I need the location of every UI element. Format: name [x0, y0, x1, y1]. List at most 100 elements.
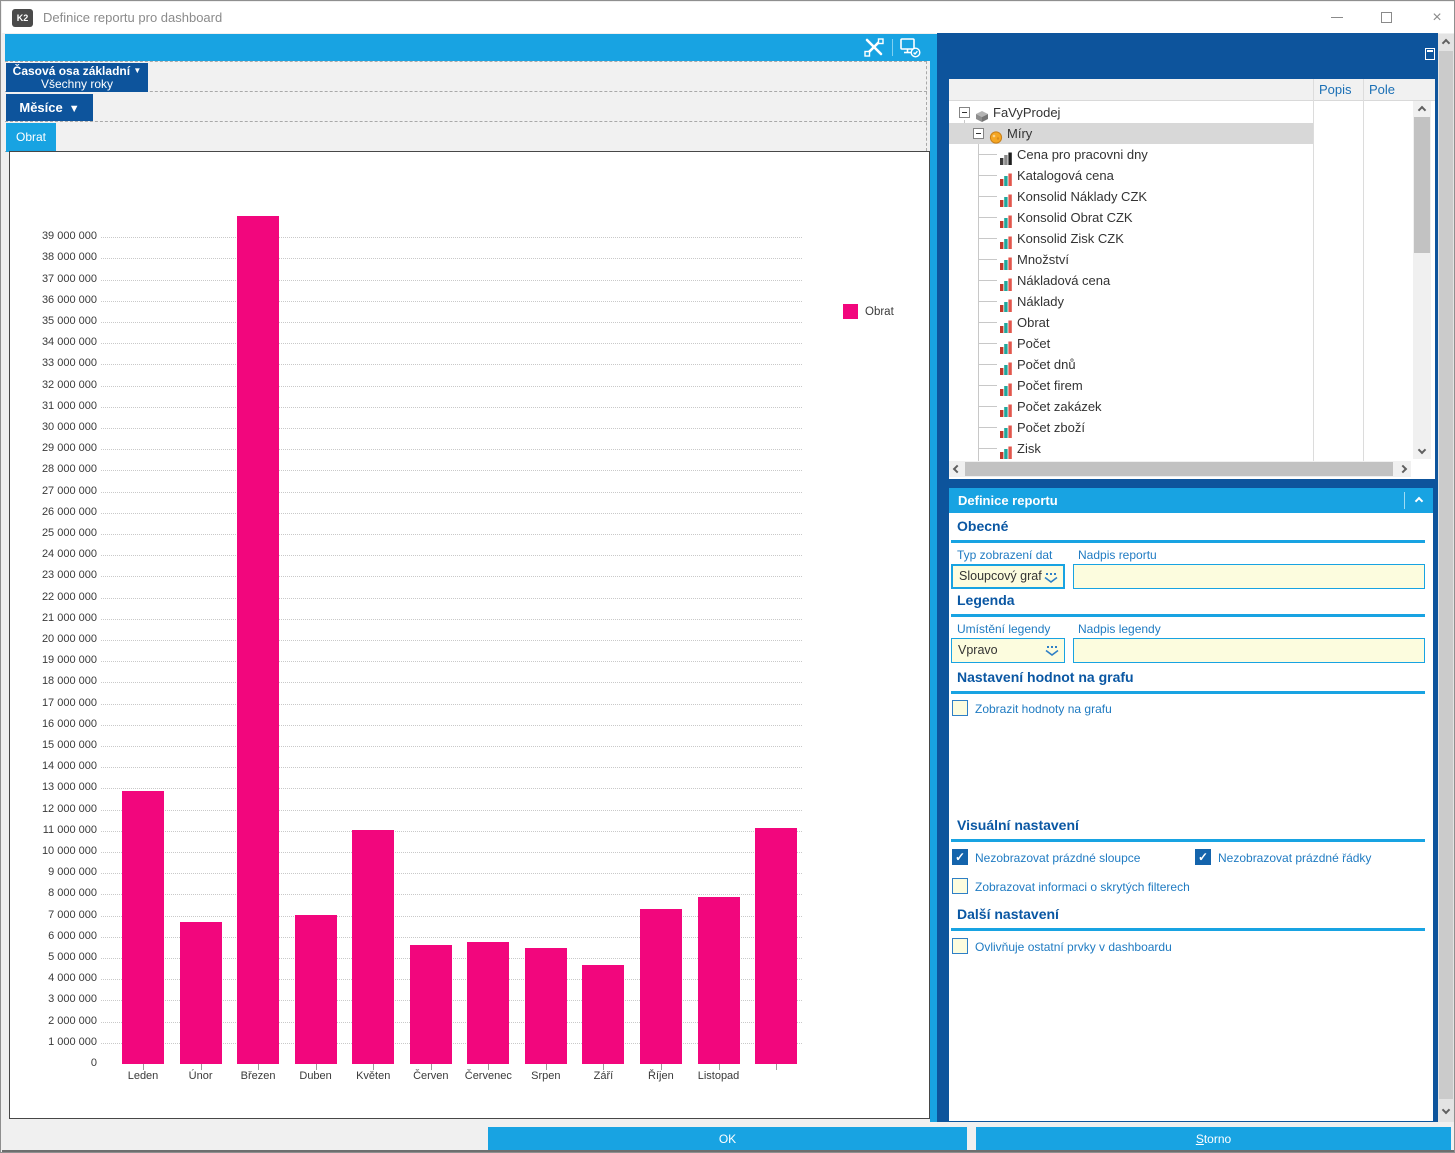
close-button[interactable]: × — [1420, 2, 1454, 33]
collapse-minus-icon[interactable] — [959, 107, 970, 118]
tree-hscrollbar[interactable] — [949, 461, 1411, 477]
bar[interactable] — [524, 948, 567, 1064]
tree-row-measure[interactable]: Katalogová cena — [949, 165, 1411, 186]
panel-divider[interactable] — [930, 34, 937, 1127]
month-label: Červen — [413, 1070, 449, 1082]
measure-row — [5, 122, 927, 152]
months-button[interactable]: Měsíce ▼ — [6, 94, 93, 121]
measure-tab-obrat[interactable]: Obrat — [6, 123, 56, 152]
tree-vscrollbar[interactable] — [1413, 101, 1431, 459]
bar[interactable] — [352, 830, 395, 1064]
scrollbar-thumb[interactable] — [1439, 51, 1453, 1099]
column-header-pole[interactable]: Pole — [1369, 79, 1395, 101]
tree-row-measure[interactable]: Nákladová cena — [949, 270, 1411, 291]
month-label: Květen — [356, 1070, 391, 1082]
tree-row-measure[interactable]: Konsolid Zisk CZK — [949, 228, 1411, 249]
storno-button[interactable]: Storno — [976, 1127, 1451, 1150]
tree-row-measure[interactable]: Počet — [949, 333, 1411, 354]
gridline — [101, 279, 802, 281]
mini-window-icon — [1425, 48, 1435, 60]
axes-rows: Časová osa základní ▼ Všechny roky Měsíc… — [5, 61, 927, 152]
y-axis-label: 2 000 000 — [48, 1014, 97, 1027]
show-values-checkbox[interactable] — [952, 700, 968, 716]
titlebar: K2 Definice reportu pro dashboard × — [2, 2, 1454, 33]
toolbar-separator — [892, 39, 893, 56]
scrollbar-thumb[interactable] — [1414, 117, 1430, 253]
definition-panel: Definice reportu Obecné Typ zobrazení da… — [949, 488, 1433, 1121]
tree-row-measure[interactable]: Cena pro pracovni dny — [949, 144, 1411, 165]
tree-row-measure[interactable]: Množství — [949, 249, 1411, 270]
column-header-popis[interactable]: Popis — [1319, 79, 1352, 101]
bar[interactable] — [755, 828, 797, 1064]
right-scrollbar[interactable] — [1438, 34, 1454, 1122]
y-axis-label: 33 000 000 — [41, 357, 97, 370]
gridline — [101, 576, 802, 578]
scroll-up-icon[interactable] — [1440, 37, 1452, 49]
chart-type-combobox[interactable]: Sloupcový graf — [951, 564, 1065, 589]
scroll-left-icon[interactable] — [951, 463, 963, 475]
bar[interactable] — [582, 965, 625, 1064]
y-axis-label: 29 000 000 — [41, 442, 97, 455]
gridline — [101, 258, 802, 260]
bar[interactable] — [467, 942, 510, 1064]
hide-empty-columns-checkbox[interactable]: ✓ — [952, 849, 968, 865]
legend-title-input[interactable] — [1073, 638, 1425, 663]
tree-row-measure[interactable]: Náklady — [949, 291, 1411, 312]
scroll-down-icon[interactable] — [1440, 1104, 1452, 1116]
tree-row-measure[interactable]: Počet dnů — [949, 354, 1411, 375]
tree-row-group[interactable]: Míry — [949, 123, 1313, 144]
minimize-button[interactable] — [1320, 2, 1354, 33]
scroll-right-icon[interactable] — [1397, 463, 1409, 475]
tree-row-measure[interactable]: Zisk — [949, 438, 1411, 459]
y-axis-label: 14 000 000 — [41, 760, 97, 773]
y-axis-label: 20 000 000 — [41, 633, 97, 645]
gridline — [101, 597, 802, 599]
y-axis-label: 11 000 000 — [42, 823, 97, 836]
bar[interactable] — [639, 909, 682, 1064]
gridline — [101, 809, 802, 811]
scroll-down-icon[interactable] — [1416, 444, 1428, 456]
tree-row-measure[interactable]: Počet zakázek — [949, 396, 1411, 417]
hide-empty-rows-checkbox[interactable]: ✓ — [1195, 849, 1211, 865]
y-axis-label: 1 000 000 — [48, 1035, 97, 1048]
bar[interactable] — [409, 945, 452, 1064]
bar[interactable] — [237, 216, 280, 1064]
y-axis-label: 8 000 000 — [48, 887, 97, 900]
collapse-chevron-icon[interactable] — [1411, 493, 1427, 509]
tree-row-measure[interactable]: Počet firem — [949, 375, 1411, 396]
tree-label: Katalogová cena — [1017, 168, 1114, 183]
tree-row-measure[interactable]: Obrat — [949, 312, 1411, 333]
affects-dashboard-checkbox[interactable] — [952, 938, 968, 954]
scrollbar-thumb[interactable] — [965, 462, 1393, 476]
bar[interactable] — [697, 896, 740, 1064]
crossed-tools-icon[interactable] — [863, 37, 885, 58]
y-axis-label: 23 000 000 — [41, 569, 97, 582]
bar[interactable] — [179, 921, 222, 1064]
tree-row-measure[interactable]: Konsolid Obrat CZK — [949, 207, 1411, 228]
collapse-minus-icon[interactable] — [973, 128, 984, 139]
tree-rows: FaVyProdej Míry Cena pro pracovni dny Ka… — [949, 102, 1411, 461]
gridline — [101, 491, 802, 493]
y-axis-label: 6 000 000 — [48, 929, 97, 942]
ok-button[interactable]: OK — [488, 1127, 967, 1150]
y-axis-label: 22 000 000 — [41, 590, 97, 603]
scroll-up-icon[interactable] — [1416, 104, 1428, 116]
hidden-filters-checkbox[interactable] — [952, 878, 968, 894]
bar[interactable] — [294, 914, 337, 1064]
monitor-check-icon[interactable] — [899, 37, 921, 58]
gridline — [101, 406, 802, 408]
tree-row-measure[interactable]: Počet zboží — [949, 417, 1411, 438]
time-axis-button[interactable]: Časová osa základní ▼ Všechny roky — [6, 63, 148, 92]
y-axis-label: 39 000 000 — [41, 230, 97, 243]
chart-legend: Obrat — [843, 304, 894, 319]
tree-label: Míry — [1007, 126, 1033, 141]
report-title-input[interactable] — [1073, 564, 1425, 589]
tree-row-root[interactable]: FaVyProdej — [949, 102, 1411, 123]
tree-row-measure[interactable]: Konsolid Náklady CZK — [949, 186, 1411, 207]
y-axis-label: 15 000 000 — [41, 739, 97, 751]
gridline — [101, 618, 802, 620]
tree-label: Množství — [1017, 252, 1070, 267]
legend-position-combobox[interactable]: Vpravo — [951, 638, 1065, 663]
maximize-button[interactable] — [1370, 2, 1404, 33]
bar[interactable] — [122, 790, 164, 1064]
